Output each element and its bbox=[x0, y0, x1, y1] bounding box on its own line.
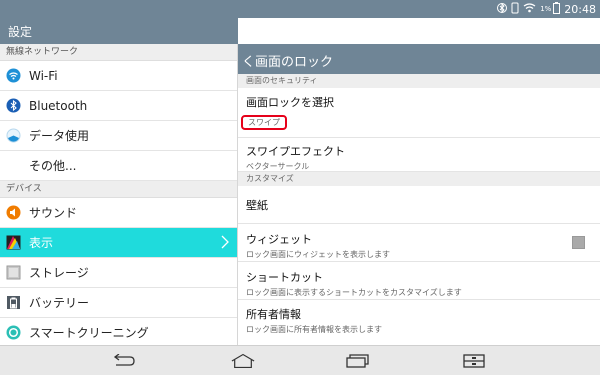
highlight-box: スワイプ bbox=[241, 115, 287, 130]
sidebar-item-label: スマートクリーニング bbox=[29, 326, 149, 340]
sidebar-item-battery[interactable]: バッテリー bbox=[0, 288, 237, 318]
lock-screen-settings: 画面のセキュリティ 画面ロックを選択 スワイプ スワイプエフェクト ベクターサー… bbox=[238, 74, 600, 345]
data-usage-icon bbox=[6, 128, 21, 143]
bluetooth-icon bbox=[6, 98, 21, 113]
sidebar-item-sound[interactable]: サウンド bbox=[0, 198, 237, 228]
wifi-icon bbox=[6, 68, 21, 83]
display-icon bbox=[6, 235, 21, 250]
item-subtitle: ベクターサークル bbox=[246, 162, 310, 171]
sidebar-item-label: バッテリー bbox=[29, 296, 90, 310]
phone-status-icon bbox=[511, 2, 519, 17]
item-subtitle: ロック画面にウィジェットを表示します bbox=[246, 250, 390, 259]
sidebar-section-wireless: 無線ネットワーク bbox=[0, 44, 237, 61]
smart-cleaning-icon bbox=[6, 325, 21, 340]
bluetooth-status-icon bbox=[497, 2, 508, 17]
sidebar-item-smart-cleaning[interactable]: スマートクリーニング bbox=[0, 318, 237, 348]
owner-info-item[interactable]: 所有者情報 ロック画面に所有者情報を表示します bbox=[238, 300, 600, 334]
home-icon[interactable] bbox=[231, 352, 255, 370]
item-subtitle: ロック画面に表示するショートカットをカスタマイズします bbox=[246, 288, 462, 297]
sidebar-item-label: その他... bbox=[29, 159, 77, 173]
sidebar-item-data-usage[interactable]: データ使用 bbox=[0, 121, 237, 151]
battery-icon bbox=[6, 295, 21, 310]
menu-icon[interactable] bbox=[462, 352, 486, 370]
sidebar-item-label: ストレージ bbox=[29, 266, 89, 280]
status-icons: 1% 20:48 bbox=[497, 0, 596, 18]
battery-percent: 1% bbox=[540, 5, 552, 13]
item-subtitle: スワイプ bbox=[248, 118, 280, 127]
item-subtitle: ロック画面に所有者情報を表示します bbox=[246, 325, 382, 334]
sidebar-item-wifi[interactable]: Wi-Fi bbox=[0, 61, 237, 91]
wallpaper-item[interactable]: 壁紙 bbox=[238, 186, 600, 224]
item-title: 壁紙 bbox=[246, 198, 268, 212]
item-title: ウィジェット bbox=[246, 233, 312, 246]
detail-title[interactable]: く画面のロック bbox=[242, 51, 333, 70]
screen-lock-select-item[interactable]: 画面ロックを選択 スワイプ bbox=[238, 88, 600, 138]
sidebar-item-more[interactable]: その他... bbox=[0, 151, 237, 181]
chevron-right-icon bbox=[221, 235, 229, 253]
sidebar-item-label: Wi-Fi bbox=[29, 68, 58, 83]
sidebar-item-display[interactable]: 表示 bbox=[0, 228, 237, 258]
item-title: 画面ロックを選択 bbox=[246, 96, 334, 109]
storage-icon bbox=[6, 265, 21, 280]
clock: 20:48 bbox=[564, 2, 596, 16]
detail-header: く画面のロック bbox=[238, 44, 600, 74]
item-title: 所有者情報 bbox=[246, 308, 301, 321]
app-title: 設定 bbox=[8, 25, 33, 39]
battery-status-icon bbox=[553, 1, 561, 17]
sidebar-item-label: Bluetooth bbox=[29, 98, 88, 113]
sidebar-item-label: データ使用 bbox=[29, 129, 90, 143]
sidebar-section-device: デバイス bbox=[0, 181, 237, 198]
section-screen-security: 画面のセキュリティ bbox=[238, 74, 600, 88]
item-title: ショートカット bbox=[246, 271, 323, 284]
sound-icon bbox=[6, 205, 21, 220]
widget-item[interactable]: ウィジェット ロック画面にウィジェットを表示します bbox=[238, 224, 600, 262]
sidebar-item-label: 表示 bbox=[29, 236, 54, 250]
recent-apps-icon[interactable] bbox=[346, 352, 370, 370]
wifi-status-icon bbox=[523, 2, 536, 16]
settings-sidebar: 無線ネットワーク Wi-Fi Bluetooth データ使用 その他... デバ… bbox=[0, 44, 238, 348]
sidebar-item-storage[interactable]: ストレージ bbox=[0, 258, 237, 288]
app-header: 設定 bbox=[0, 18, 238, 44]
back-icon[interactable] bbox=[111, 352, 135, 370]
sidebar-item-label: サウンド bbox=[29, 206, 78, 220]
section-customize: カスタマイズ bbox=[238, 172, 600, 186]
navigation-bar bbox=[0, 345, 600, 375]
sidebar-item-bluetooth[interactable]: Bluetooth bbox=[0, 91, 237, 121]
shortcut-item[interactable]: ショートカット ロック画面に表示するショートカットをカスタマイズします bbox=[238, 262, 600, 300]
swipe-effect-item[interactable]: スワイプエフェクト ベクターサークル bbox=[238, 138, 600, 172]
status-bar: 1% 20:48 bbox=[0, 0, 600, 18]
item-title: スワイプエフェクト bbox=[246, 145, 345, 158]
widget-checkbox[interactable] bbox=[572, 236, 585, 249]
